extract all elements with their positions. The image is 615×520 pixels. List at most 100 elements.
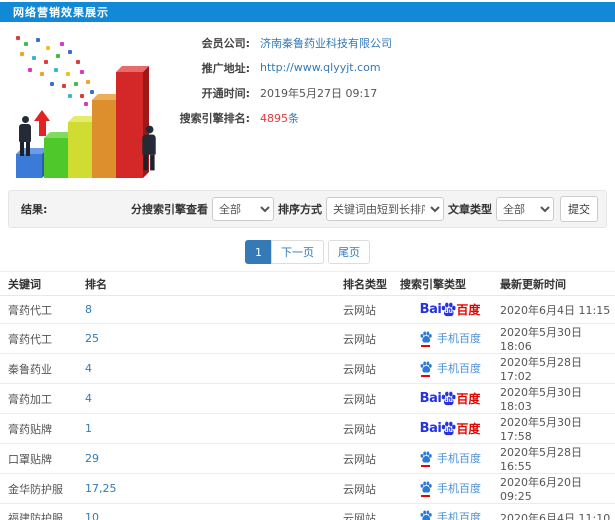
- keyword-cell: 福建防护服: [0, 503, 85, 520]
- rank-type-cell: 云网站: [343, 503, 400, 520]
- keyword-cell: 膏药代工: [0, 323, 85, 354]
- rank-link[interactable]: 4: [85, 353, 343, 384]
- member-info: 会员公司: 济南秦鲁药业科技有限公司 推广地址: http://www.qlyy…: [170, 36, 392, 136]
- businessman-right: [141, 125, 157, 171]
- baidu-mobile-paw-icon: [419, 480, 433, 497]
- updated-cell: 2020年5月28日 16:55: [500, 443, 615, 474]
- clip-bar-red: [116, 66, 149, 178]
- updated-cell: 2020年5月28日 17:02: [500, 353, 615, 384]
- engine-cell: 手机百度: [400, 323, 500, 354]
- company-link[interactable]: 济南秦鲁药业科技有限公司: [260, 35, 392, 51]
- page-title: 网络营销效果展示: [13, 6, 109, 19]
- baidu-mobile-logo: 手机百度: [419, 509, 481, 520]
- updated-cell: 2020年5月30日 17:58: [500, 413, 615, 444]
- clip-bar-blue: [16, 148, 48, 178]
- baidu-mobile-logo: 手机百度: [419, 480, 481, 497]
- baidu-mobile-paw-icon: [419, 450, 433, 467]
- updated-cell: 2020年5月30日 18:03: [500, 383, 615, 414]
- promo-url-link[interactable]: http://www.qlyyjt.com: [260, 61, 381, 74]
- engine-cell: 手机百度: [400, 443, 500, 474]
- rank-link[interactable]: 8: [85, 295, 343, 324]
- result-label: 结果:: [21, 203, 48, 216]
- table-row: 膏药代工 8 云网站 Bai du 百度 2020年6月4日 11:15: [0, 295, 615, 324]
- clip-bar-yellow: [68, 116, 100, 178]
- keyword-cell: 金华防护服: [0, 473, 85, 504]
- table-header-row: 关键词 排名 排名类型 搜索引擎类型 最新更新时间: [0, 271, 615, 296]
- rank-link[interactable]: 4: [85, 383, 343, 414]
- engine-cell: Bai du 百度: [400, 383, 500, 414]
- updated-cell: 2020年5月30日 18:06: [500, 323, 615, 354]
- baidu-pc-logo: Bai du 百度: [419, 391, 481, 407]
- updated-cell: 2020年6月4日 11:15: [500, 295, 615, 324]
- col-engine-type: 搜索引擎类型: [400, 271, 500, 296]
- submit-button[interactable]: 提交: [560, 196, 598, 222]
- baidu-paw-icon: du: [440, 391, 457, 407]
- rank-count-label: 搜索引擎排名:: [179, 111, 250, 125]
- table-body: 膏药代工 8 云网站 Bai du 百度 2020年6月4日 11:15 膏药代…: [0, 295, 615, 520]
- company-row: 会员公司: 济南秦鲁药业科技有限公司: [170, 35, 392, 51]
- table-row: 膏药加工 4 云网站 Bai du 百度 2020年5月30日 18:03: [0, 383, 615, 414]
- updated-cell: 2020年6月20日 09:25: [500, 473, 615, 504]
- engine-filter-select[interactable]: 全部: [212, 197, 274, 221]
- baidu-pc-logo: Bai du 百度: [419, 302, 481, 318]
- promo-url-row: 推广地址: http://www.qlyyjt.com: [170, 61, 392, 75]
- table-row: 福建防护服 10 云网站 手机百度 2020年6月4日 11:10: [0, 503, 615, 520]
- rank-type-cell: 云网站: [343, 443, 400, 474]
- page-1-button[interactable]: 1: [245, 240, 272, 264]
- baidu-mobile-logo: 手机百度: [419, 330, 481, 347]
- open-time-row: 开通时间: 2019年5月27日 09:17: [170, 86, 392, 100]
- rank-link[interactable]: 29: [85, 443, 343, 474]
- table-row: 金华防护服 17,25 云网站 手机百度 2020年6月20日 09:25: [0, 473, 615, 504]
- article-type-select[interactable]: 全部: [496, 197, 554, 221]
- rank-type-cell: 云网站: [343, 353, 400, 384]
- keyword-cell: 膏药加工: [0, 383, 85, 414]
- clip-bar-orange: [92, 94, 124, 178]
- pagination: 1 下一页 尾页: [0, 240, 615, 264]
- baidu-pc-logo: Bai du 百度: [419, 421, 481, 437]
- rank-link[interactable]: 10: [85, 503, 343, 520]
- info-section: 会员公司: 济南秦鲁药业科技有限公司 推广地址: http://www.qlyy…: [0, 30, 615, 185]
- bar-chart-clipart: [6, 32, 172, 182]
- open-time-label: 开通时间:: [201, 86, 250, 100]
- confetti-decoration: [16, 36, 20, 40]
- next-page-button[interactable]: 下一页: [271, 240, 324, 264]
- baidu-mobile-paw-icon: [419, 330, 433, 347]
- filter-bar: 结果: 分搜索引擎查看 全部 排序方式 关键词由短到长排序 文章类型 全部 提交: [8, 190, 607, 228]
- baidu-paw-icon: du: [440, 421, 457, 437]
- engine-filter-label: 分搜索引擎查看: [131, 203, 208, 216]
- keyword-cell: 口罩贴牌: [0, 443, 85, 474]
- rank-link[interactable]: 17,25: [85, 473, 343, 504]
- rank-type-cell: 云网站: [343, 383, 400, 414]
- rank-link[interactable]: 1: [85, 413, 343, 444]
- promo-url-label: 推广地址:: [201, 61, 250, 75]
- col-rank: 排名: [85, 271, 343, 296]
- table-row: 膏药贴牌 1 云网站 Bai du 百度 2020年5月30日 17:58: [0, 413, 615, 444]
- baidu-paw-icon: du: [440, 302, 457, 318]
- engine-cell: 手机百度: [400, 473, 500, 504]
- rank-count-value: 4895条: [260, 111, 299, 125]
- rank-link[interactable]: 25: [85, 323, 343, 354]
- table-row: 秦鲁药业 4 云网站 手机百度 2020年5月28日 17:02: [0, 353, 615, 384]
- col-rank-type: 排名类型: [343, 271, 400, 296]
- sort-label: 排序方式: [278, 203, 322, 216]
- businessman-left: [18, 116, 32, 156]
- company-label: 会员公司:: [201, 36, 250, 50]
- clip-bar-green: [44, 132, 76, 178]
- growth-arrow: [34, 110, 50, 136]
- rank-count-row: 搜索引擎排名: 4895条: [170, 111, 392, 125]
- keyword-cell: 膏药贴牌: [0, 413, 85, 444]
- sort-select[interactable]: 关键词由短到长排序: [326, 197, 444, 221]
- article-type-label: 文章类型: [448, 203, 492, 216]
- col-updated: 最新更新时间: [500, 271, 615, 296]
- last-page-button[interactable]: 尾页: [328, 240, 370, 264]
- engine-cell: 手机百度: [400, 353, 500, 384]
- baidu-mobile-logo: 手机百度: [419, 360, 481, 377]
- title-bar: 网络营销效果展示: [0, 2, 615, 22]
- engine-cell: Bai du 百度: [400, 295, 500, 324]
- rank-type-cell: 云网站: [343, 473, 400, 504]
- rank-type-cell: 云网站: [343, 413, 400, 444]
- table-row: 膏药代工 25 云网站 手机百度 2020年5月30日 18:06: [0, 323, 615, 354]
- rank-type-cell: 云网站: [343, 295, 400, 324]
- baidu-mobile-paw-icon: [419, 509, 433, 520]
- engine-cell: 手机百度: [400, 503, 500, 520]
